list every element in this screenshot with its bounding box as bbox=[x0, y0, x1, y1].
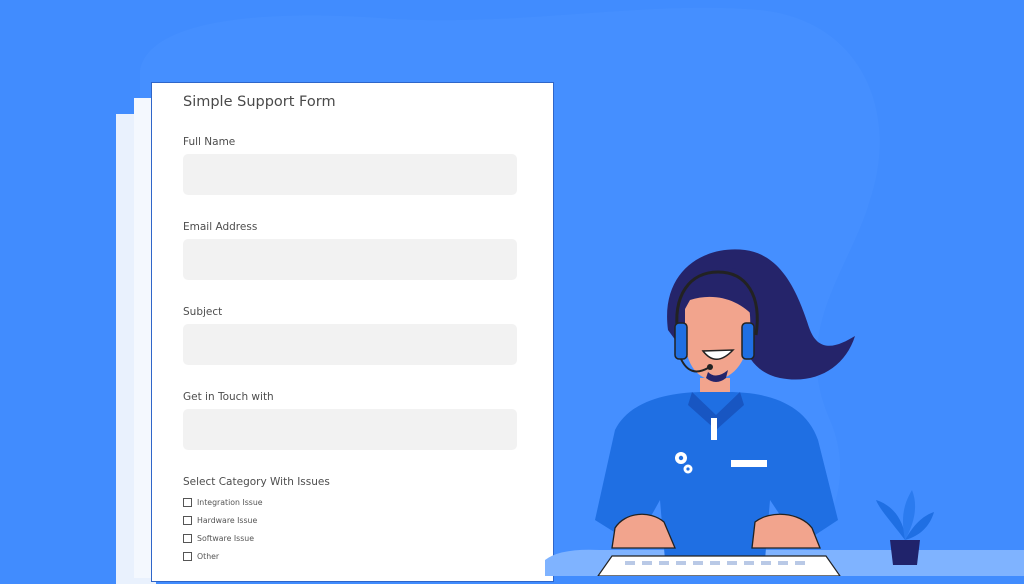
shirt-placket bbox=[711, 418, 717, 440]
name-badge bbox=[731, 460, 767, 467]
keyboard bbox=[597, 555, 841, 576]
support-agent-illustration bbox=[545, 249, 1024, 576]
